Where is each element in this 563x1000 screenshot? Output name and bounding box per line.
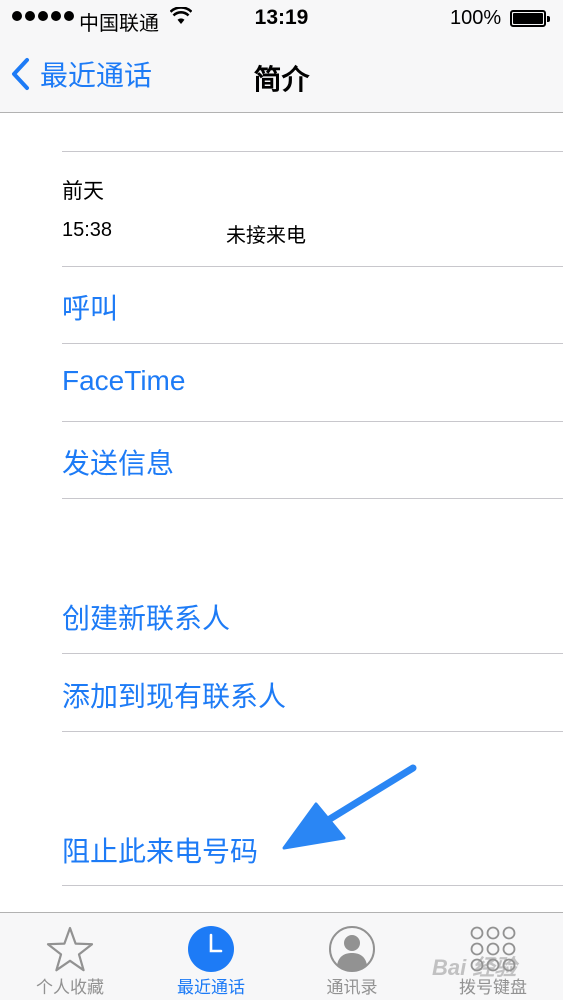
navigation-bar: 最近通话 简介: [0, 38, 563, 113]
clock-icon: [187, 925, 235, 978]
tab-label: 最近通话: [177, 978, 245, 997]
tab-label: 个人收藏: [36, 978, 104, 997]
contacts-icon: [328, 925, 376, 978]
status-bar: 中国联通 13:19 100%: [0, 0, 563, 38]
back-button[interactable]: 最近通话: [10, 54, 152, 94]
call-date: 前天: [62, 180, 104, 203]
send-message-button[interactable]: 发送信息: [62, 442, 174, 482]
tab-favorites[interactable]: 个人收藏: [0, 913, 140, 1000]
call-button[interactable]: 呼叫: [62, 287, 118, 327]
divider: [62, 421, 563, 422]
block-caller-button[interactable]: 阻止此来电号码: [62, 830, 258, 870]
divider: [62, 653, 563, 654]
divider: [62, 343, 563, 344]
back-button-label: 最近通话: [40, 60, 153, 91]
create-contact-button[interactable]: 创建新联系人: [62, 597, 230, 637]
annotation-arrow-icon: [270, 760, 430, 865]
divider: [62, 498, 563, 499]
battery-icon: [510, 10, 550, 27]
divider: [62, 266, 563, 267]
watermark: Bai 经验: [432, 955, 517, 980]
add-to-existing-contact-button[interactable]: 添加到现有联系人: [62, 675, 286, 715]
divider: [62, 151, 563, 152]
tab-label: 通讯录: [326, 978, 378, 997]
battery-percentage: 100%: [450, 7, 502, 29]
call-status: 未接来电: [226, 225, 306, 247]
star-icon: [46, 925, 94, 978]
tab-contacts[interactable]: 通讯录: [282, 913, 422, 1000]
divider: [62, 731, 563, 732]
tab-recents[interactable]: 最近通话: [141, 913, 281, 1000]
chevron-left-icon: [12, 58, 29, 90]
divider: [62, 885, 563, 886]
facetime-button[interactable]: FaceTime: [62, 365, 185, 397]
call-time: 15:38: [62, 219, 113, 241]
